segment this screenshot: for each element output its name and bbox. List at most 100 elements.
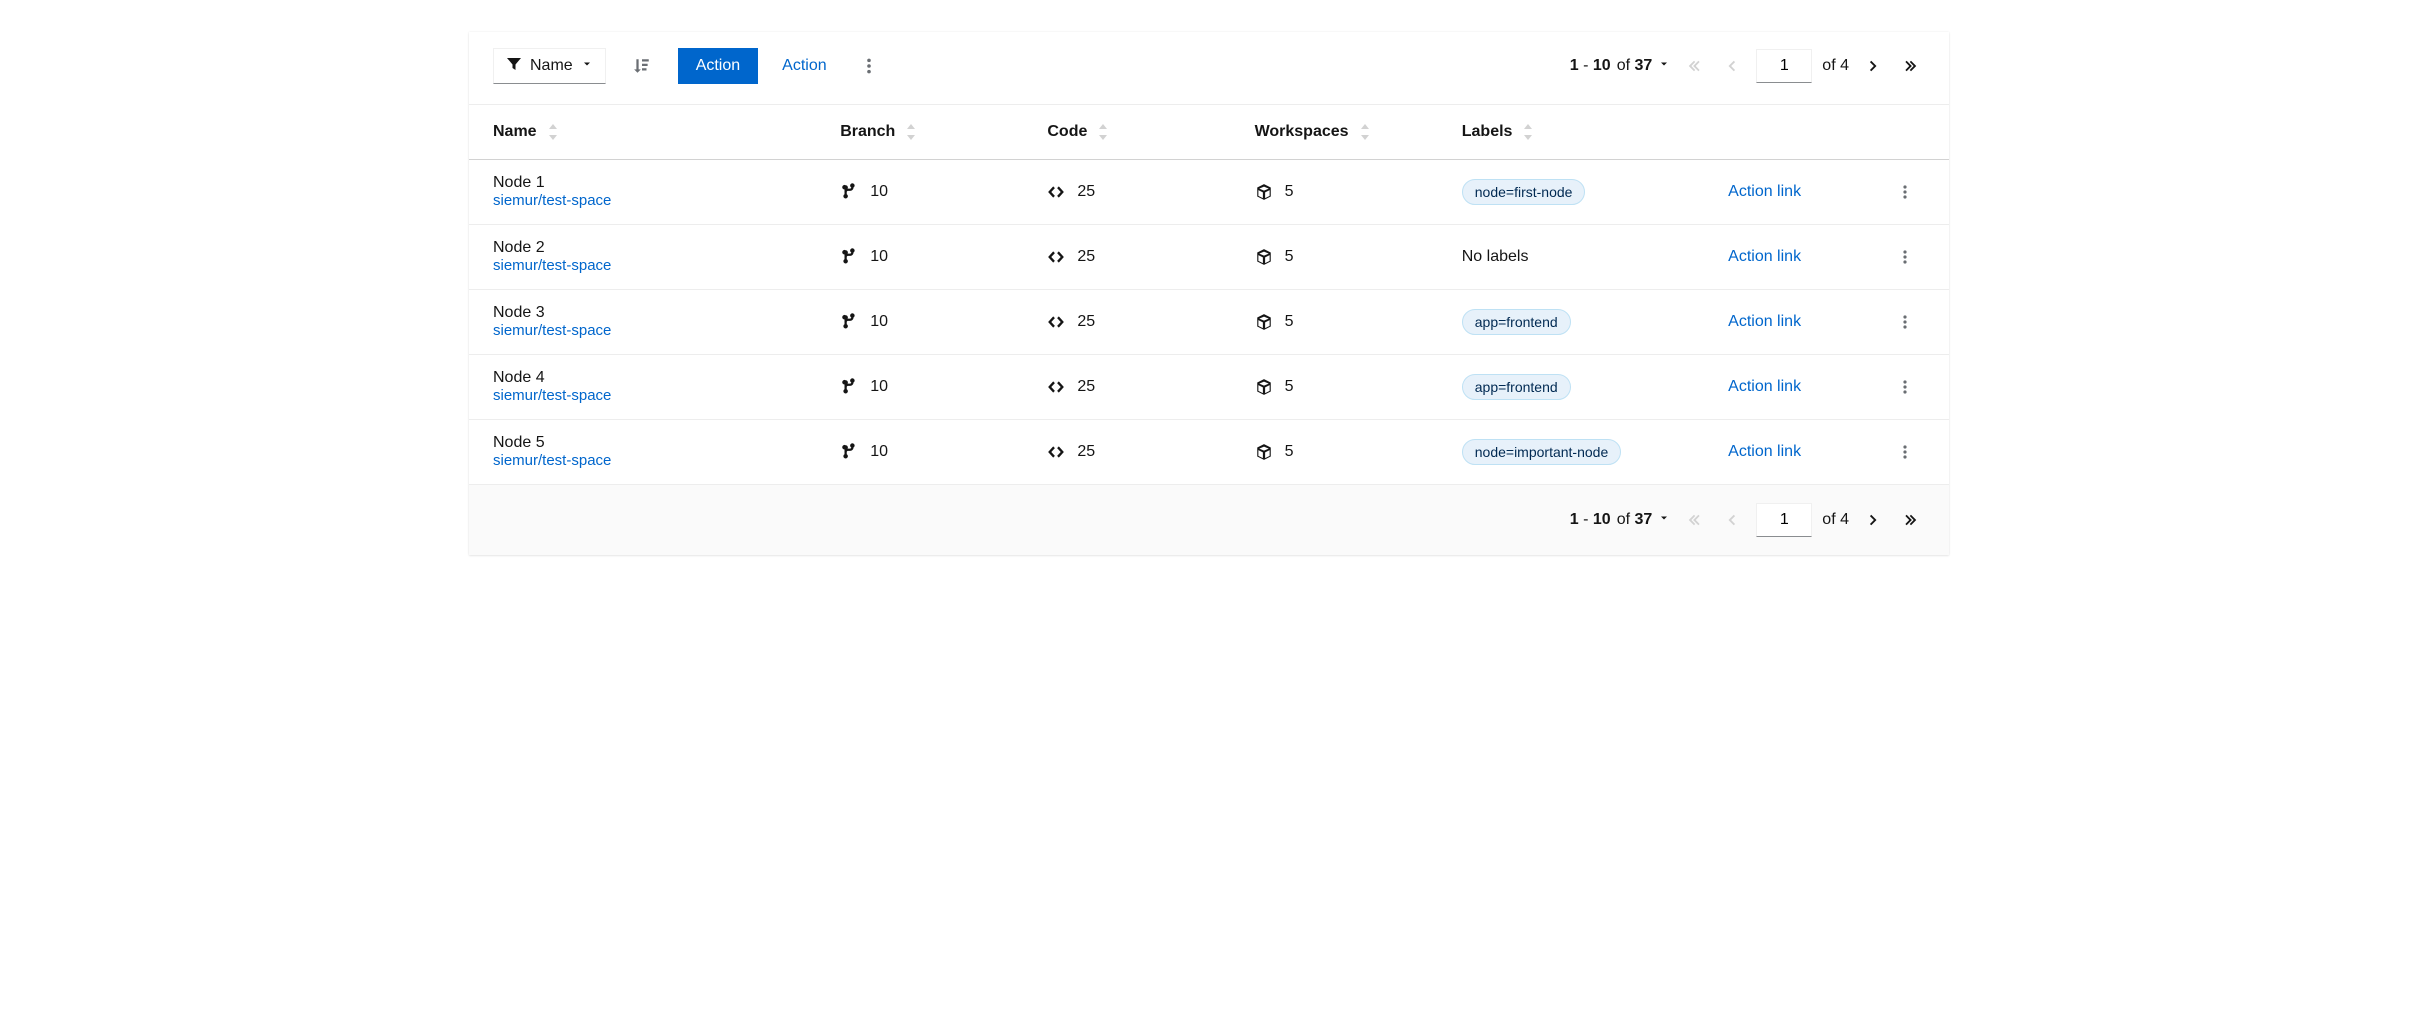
node-sublink[interactable]: siemur/test-space <box>493 257 611 274</box>
pagination-top: 1 - 10 of 37 of 4 <box>1570 49 1925 83</box>
cell-code: 25 <box>1031 355 1238 420</box>
cell-workspaces: 5 <box>1239 160 1446 225</box>
row-kebab-button[interactable] <box>1887 304 1923 340</box>
row-kebab-button[interactable] <box>1887 434 1923 470</box>
node-sublink[interactable]: siemur/test-space <box>493 322 611 339</box>
secondary-action-button[interactable]: Action <box>776 48 832 84</box>
cube-icon <box>1255 443 1273 461</box>
sort-button[interactable] <box>624 48 660 84</box>
kebab-icon <box>1897 314 1913 330</box>
node-sublink[interactable]: siemur/test-space <box>493 452 611 469</box>
column-header-code[interactable]: Code <box>1031 105 1238 160</box>
cell-kebab <box>1860 225 1949 290</box>
of-pages-label: of 4 <box>1822 511 1849 529</box>
cell-branch: 10 <box>824 290 1031 355</box>
code-icon <box>1047 443 1065 461</box>
table-row: Node 4siemur/test-space10255app=frontend… <box>469 355 1949 420</box>
table-row: Node 2siemur/test-space10255No labels Act… <box>469 225 1949 290</box>
branch-icon <box>840 313 858 331</box>
filter-label: Name <box>530 57 573 75</box>
code-icon <box>1047 378 1065 396</box>
cell-name: Node 2siemur/test-space <box>469 225 824 290</box>
sort-icon <box>547 124 559 140</box>
cell-branch: 10 <box>824 225 1031 290</box>
sort-icon <box>905 124 917 140</box>
cube-icon <box>1255 248 1273 266</box>
kebab-icon <box>1897 444 1913 460</box>
label-chip: app=frontend <box>1462 374 1571 400</box>
column-header-branch[interactable]: Branch <box>824 105 1031 160</box>
pagination-bottom: 1 - 10 of 37 of 4 <box>1570 503 1925 537</box>
label-chip: node=first-node <box>1462 179 1586 205</box>
row-action-link[interactable]: Action link <box>1728 443 1801 460</box>
table-row: Node 3siemur/test-space10255app=frontend… <box>469 290 1949 355</box>
sort-icon <box>1522 124 1534 140</box>
cell-kebab <box>1860 420 1949 485</box>
node-sublink[interactable]: siemur/test-space <box>493 387 611 404</box>
kebab-icon <box>1897 249 1913 265</box>
last-page-button[interactable] <box>1897 52 1925 80</box>
column-header-kebab <box>1860 105 1949 160</box>
row-action-link[interactable]: Action link <box>1728 248 1801 265</box>
branch-icon <box>840 443 858 461</box>
column-header-workspaces[interactable]: Workspaces <box>1239 105 1446 160</box>
page-number-input[interactable] <box>1756 503 1812 537</box>
cell-labels: No labels <box>1446 225 1712 290</box>
pagination-range[interactable]: 1 - 10 of 37 <box>1570 57 1671 75</box>
cell-code: 25 <box>1031 290 1238 355</box>
caret-down-icon <box>581 57 593 75</box>
cell-code: 25 <box>1031 160 1238 225</box>
cell-labels: app=frontend <box>1446 290 1712 355</box>
cell-labels: node=first-node <box>1446 160 1712 225</box>
prev-page-button[interactable] <box>1718 506 1746 534</box>
cell-action: Action link <box>1712 355 1860 420</box>
cell-kebab <box>1860 355 1949 420</box>
row-kebab-button[interactable] <box>1887 239 1923 275</box>
sort-amount-down-icon <box>633 57 651 75</box>
primary-action-button[interactable]: Action <box>678 48 758 84</box>
cell-action: Action link <box>1712 290 1860 355</box>
row-kebab-button[interactable] <box>1887 369 1923 405</box>
row-action-link[interactable]: Action link <box>1728 313 1801 330</box>
page-number-input[interactable] <box>1756 49 1812 83</box>
filter-dropdown[interactable]: Name <box>493 48 606 84</box>
sort-icon <box>1359 124 1371 140</box>
overflow-menu-button[interactable] <box>851 48 887 84</box>
branch-icon <box>840 248 858 266</box>
last-page-button[interactable] <box>1897 506 1925 534</box>
label-chip: node=important-node <box>1462 439 1622 465</box>
row-action-link[interactable]: Action link <box>1728 378 1801 395</box>
node-sublink[interactable]: siemur/test-space <box>493 192 611 209</box>
cell-action: Action link <box>1712 225 1860 290</box>
caret-down-icon <box>1658 511 1670 529</box>
kebab-icon <box>860 57 878 75</box>
next-page-button[interactable] <box>1859 506 1887 534</box>
cell-code: 25 <box>1031 225 1238 290</box>
column-header-name[interactable]: Name <box>469 105 824 160</box>
next-page-button[interactable] <box>1859 52 1887 80</box>
cell-action: Action link <box>1712 160 1860 225</box>
kebab-icon <box>1897 184 1913 200</box>
cell-workspaces: 5 <box>1239 225 1446 290</box>
code-icon <box>1047 248 1065 266</box>
pagination-range[interactable]: 1 - 10 of 37 <box>1570 511 1671 529</box>
branch-icon <box>840 378 858 396</box>
cell-name: Node 1siemur/test-space <box>469 160 824 225</box>
caret-down-icon <box>1658 57 1670 75</box>
first-page-button[interactable] <box>1680 52 1708 80</box>
cube-icon <box>1255 313 1273 331</box>
toolbar-left: Name Action Action <box>493 48 887 84</box>
prev-page-button[interactable] <box>1718 52 1746 80</box>
first-page-button[interactable] <box>1680 506 1708 534</box>
label-chip: app=frontend <box>1462 309 1571 335</box>
row-kebab-button[interactable] <box>1887 174 1923 210</box>
cell-branch: 10 <box>824 355 1031 420</box>
cell-branch: 10 <box>824 160 1031 225</box>
cell-workspaces: 5 <box>1239 420 1446 485</box>
filter-icon <box>506 56 522 77</box>
code-icon <box>1047 183 1065 201</box>
column-header-labels[interactable]: Labels <box>1446 105 1712 160</box>
row-action-link[interactable]: Action link <box>1728 183 1801 200</box>
sort-icon <box>1097 124 1109 140</box>
pagination-bottom-bar: 1 - 10 of 37 of 4 <box>469 485 1949 555</box>
